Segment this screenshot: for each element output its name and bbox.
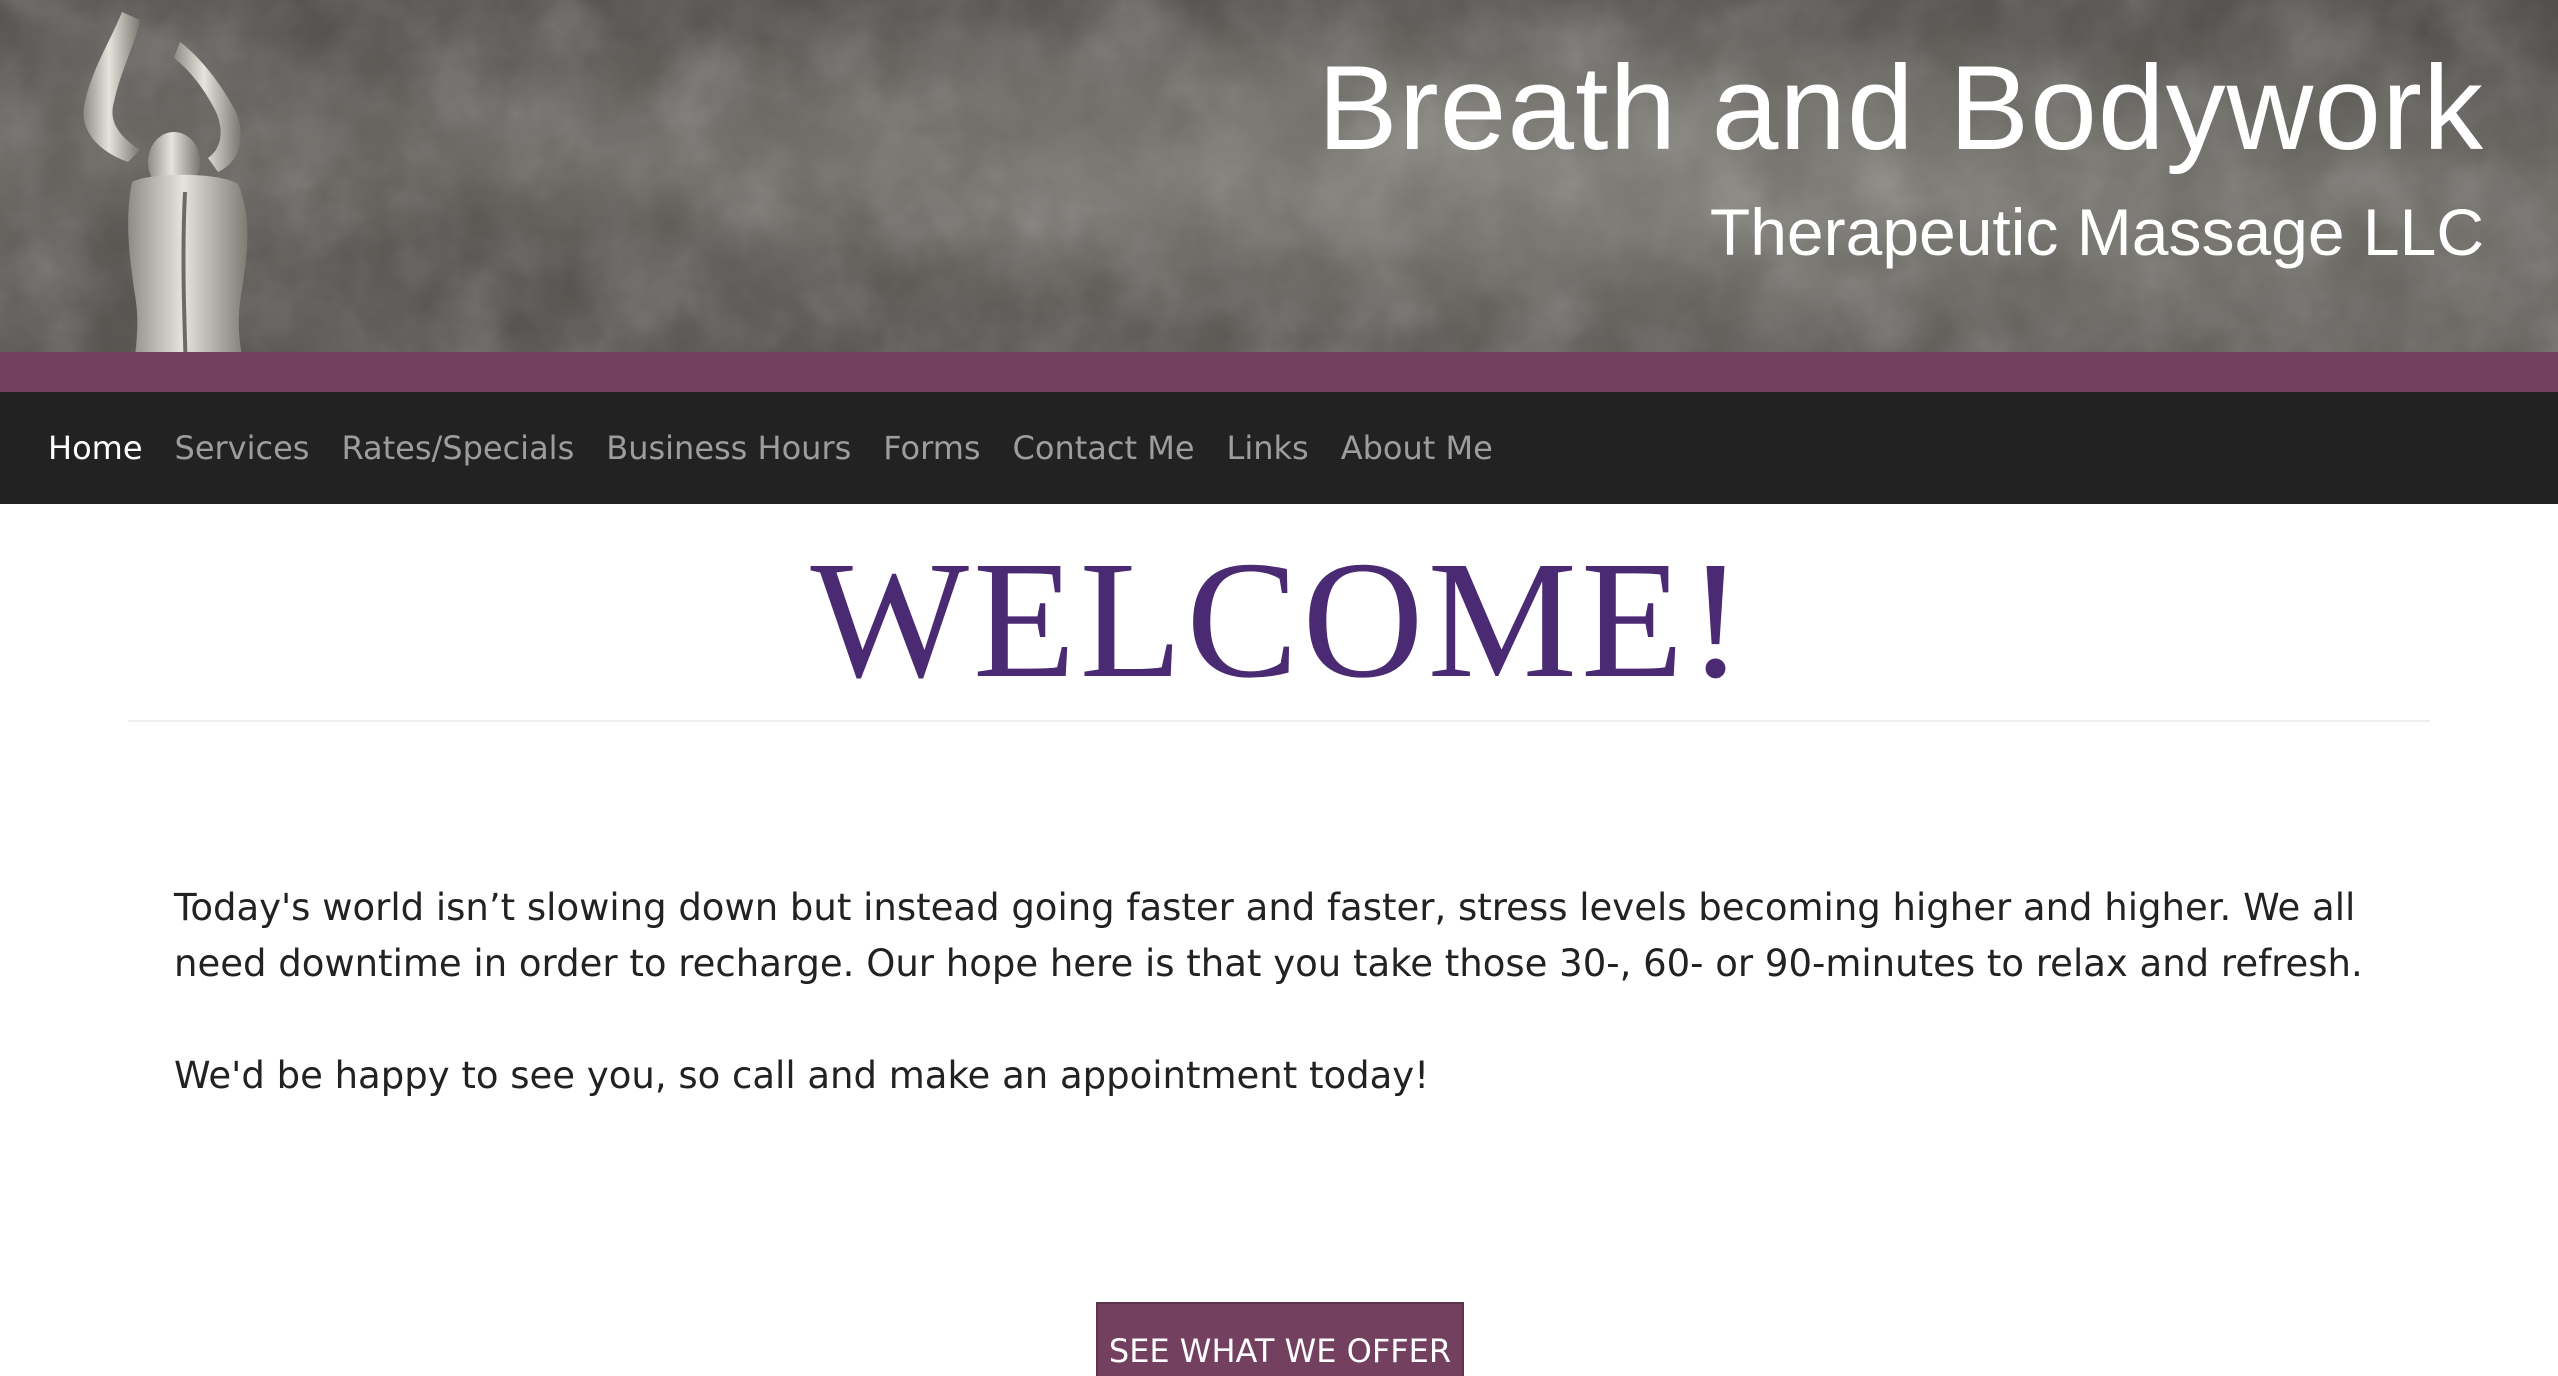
intro-paragraph: Today's world isn’t slowing down but ins… xyxy=(174,886,2363,985)
nav-item-contact-me[interactable]: Contact Me xyxy=(997,429,1211,467)
section-divider xyxy=(128,720,2430,722)
welcome-heading: WELCOME! xyxy=(810,527,1748,713)
nav-item-links[interactable]: Links xyxy=(1211,429,1325,467)
site-header: Breath and Bodywork Therapeutic Massage … xyxy=(0,0,2558,392)
site-title: Breath and Bodywork xyxy=(1317,41,2484,175)
nav-item-home[interactable]: Home xyxy=(32,429,159,467)
nav-item-rates-specials[interactable]: Rates/Specials xyxy=(325,429,590,467)
nav-item-business-hours[interactable]: Business Hours xyxy=(590,429,867,467)
stretching-figure-icon xyxy=(83,12,250,392)
nav-item-forms[interactable]: Forms xyxy=(867,429,996,467)
site-subtitle: Therapeutic Massage LLC xyxy=(1709,195,2484,269)
nav-item-services[interactable]: Services xyxy=(159,429,326,467)
main-navigation: Home Services Rates/Specials Business Ho… xyxy=(0,392,2558,504)
intro-text: Today's world isn’t slowing down but ins… xyxy=(174,880,2414,1160)
see-what-we-offer-button[interactable]: SEE WHAT WE OFFER xyxy=(1096,1302,1464,1376)
header-accent-band xyxy=(0,352,2558,392)
nav-item-about-me[interactable]: About Me xyxy=(1325,429,1509,467)
appointment-paragraph: We'd be happy to see you, so call and ma… xyxy=(174,1054,1430,1097)
